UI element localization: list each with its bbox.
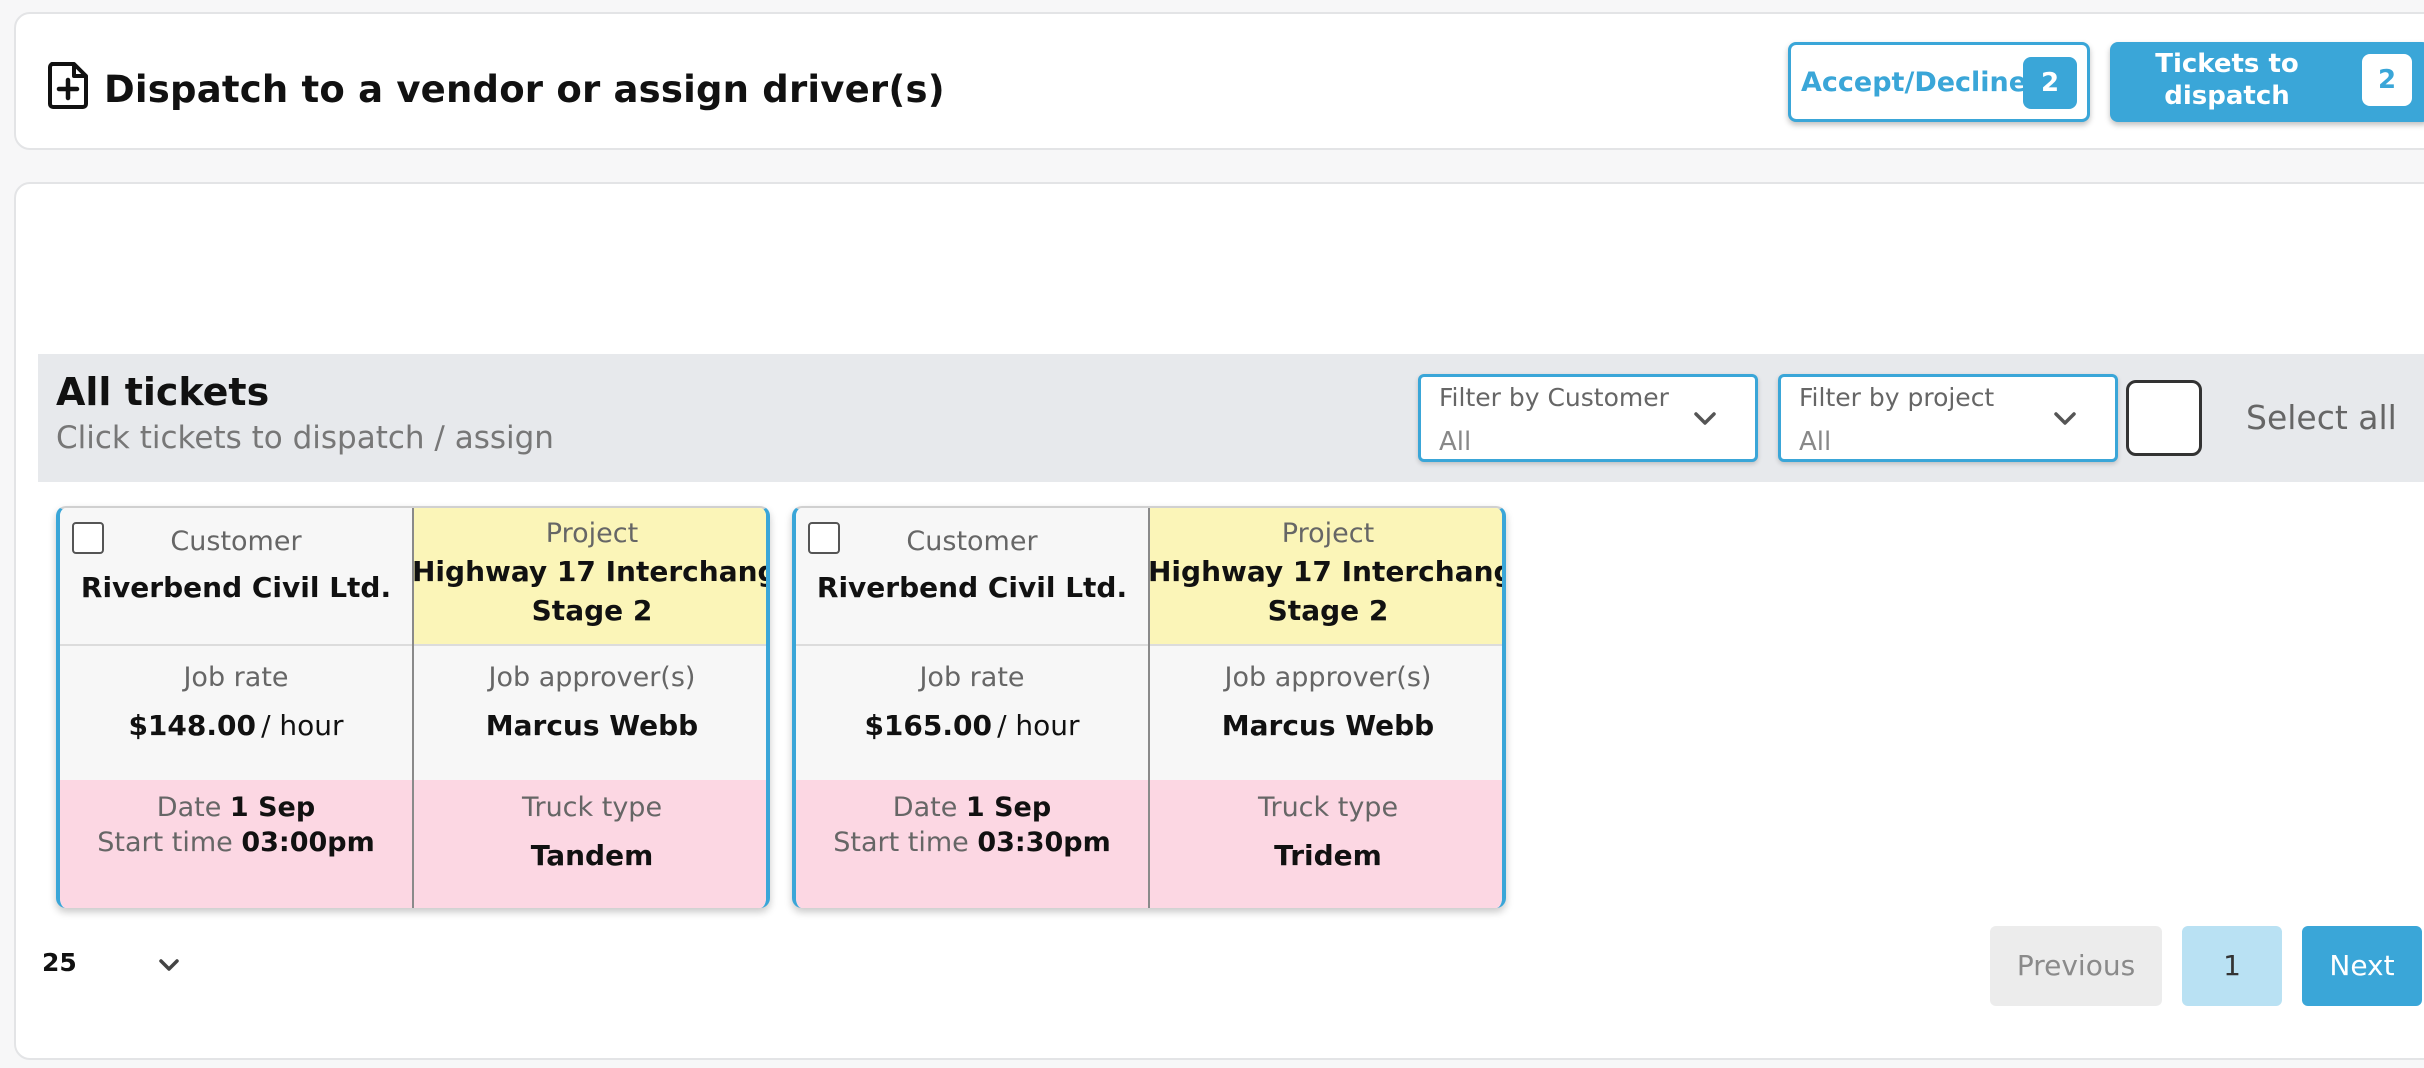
- job-rate-value: $165.00: [864, 709, 992, 742]
- next-page-button[interactable]: Next: [2302, 926, 2422, 1006]
- select-all-checkbox[interactable]: [2126, 380, 2202, 456]
- page-size-select[interactable]: 25: [42, 948, 77, 977]
- section-subtitle: Click tickets to dispatch / assign: [56, 420, 554, 456]
- filter-by-project-select[interactable]: Filter by project All: [1778, 374, 2118, 462]
- ticket-card[interactable]: Customer Riverbend Civil Ltd. Project Hi…: [56, 506, 770, 908]
- new-document-icon: [48, 62, 88, 109]
- chevron-down-icon: [2054, 412, 2076, 425]
- chevron-down-icon[interactable]: [158, 958, 180, 972]
- tickets-to-dispatch-button[interactable]: Tickets to dispatch 2: [2110, 42, 2424, 122]
- truck-type-value: Tridem: [1274, 839, 1382, 872]
- accept-decline-label: Accept/Decline: [1801, 67, 2028, 98]
- truck-type-value: Tandem: [530, 839, 654, 872]
- page-1-button[interactable]: 1: [2182, 926, 2282, 1006]
- schedule-cell: Date 1 Sep Start time 03:00pm: [60, 780, 412, 908]
- tickets-to-dispatch-label: Tickets to dispatch: [2155, 49, 2299, 111]
- project-name: Highway 17 Interchange –: [412, 555, 766, 588]
- accept-decline-button[interactable]: Accept/Decline 2: [1788, 42, 2090, 122]
- customer-cell: Customer Riverbend Civil Ltd.: [60, 508, 412, 644]
- tickets-to-dispatch-count-badge: 2: [2362, 54, 2412, 106]
- accept-decline-count-badge: 2: [2023, 57, 2077, 109]
- tickets-toolbar: All tickets Click tickets to dispatch / …: [38, 354, 2424, 482]
- ticket-checkbox[interactable]: [72, 522, 104, 554]
- schedule-cell: Date 1 Sep Start time 03:30pm: [796, 780, 1148, 908]
- job-approver-cell: Job approver(s) Marcus Webb: [1148, 646, 1502, 780]
- filter-customer-label: Filter by Customer: [1439, 383, 1669, 412]
- project-name: Highway 17 Interchange –: [1148, 555, 1502, 588]
- filter-project-label: Filter by project: [1799, 383, 1995, 412]
- job-rate-cell: Job rate $148.00 / hour: [60, 646, 412, 780]
- select-all-label: Select all: [2246, 398, 2397, 437]
- customer-cell: Customer Riverbend Civil Ltd.: [796, 508, 1148, 644]
- filter-project-value: All: [1799, 427, 1832, 457]
- ticket-start-time: 03:00pm: [241, 827, 375, 858]
- job-rate-cell: Job rate $165.00 / hour: [796, 646, 1148, 780]
- ticket-date: 1 Sep: [965, 792, 1052, 823]
- ticket-start-time: 03:30pm: [977, 827, 1111, 858]
- filter-customer-value: All: [1439, 427, 1472, 457]
- ticket-date: 1 Sep: [229, 792, 316, 823]
- project-cell: Project Highway 17 Interchange – Stage 2: [1148, 508, 1502, 644]
- customer-name: Riverbend Civil Ltd.: [816, 571, 1128, 604]
- job-approver-name: Marcus Webb: [485, 709, 699, 742]
- customer-name: Riverbend Civil Ltd.: [80, 571, 392, 604]
- project-cell: Project Highway 17 Interchange – Stage 2: [412, 508, 766, 644]
- ticket-card[interactable]: Customer Riverbend Civil Ltd. Project Hi…: [792, 506, 1506, 908]
- page-title: Dispatch to a vendor or assign driver(s): [104, 68, 945, 111]
- previous-page-button[interactable]: Previous: [1990, 926, 2162, 1006]
- filter-by-customer-select[interactable]: Filter by Customer All: [1418, 374, 1758, 462]
- ticket-checkbox[interactable]: [808, 522, 840, 554]
- section-title: All tickets: [56, 370, 270, 414]
- job-approver-cell: Job approver(s) Marcus Webb: [412, 646, 766, 780]
- truck-type-cell: Truck type Tandem: [412, 780, 766, 908]
- job-rate-value: $148.00: [128, 709, 256, 742]
- chevron-down-icon: [1694, 412, 1716, 425]
- truck-type-cell: Truck type Tridem: [1148, 780, 1502, 908]
- job-approver-name: Marcus Webb: [1221, 709, 1435, 742]
